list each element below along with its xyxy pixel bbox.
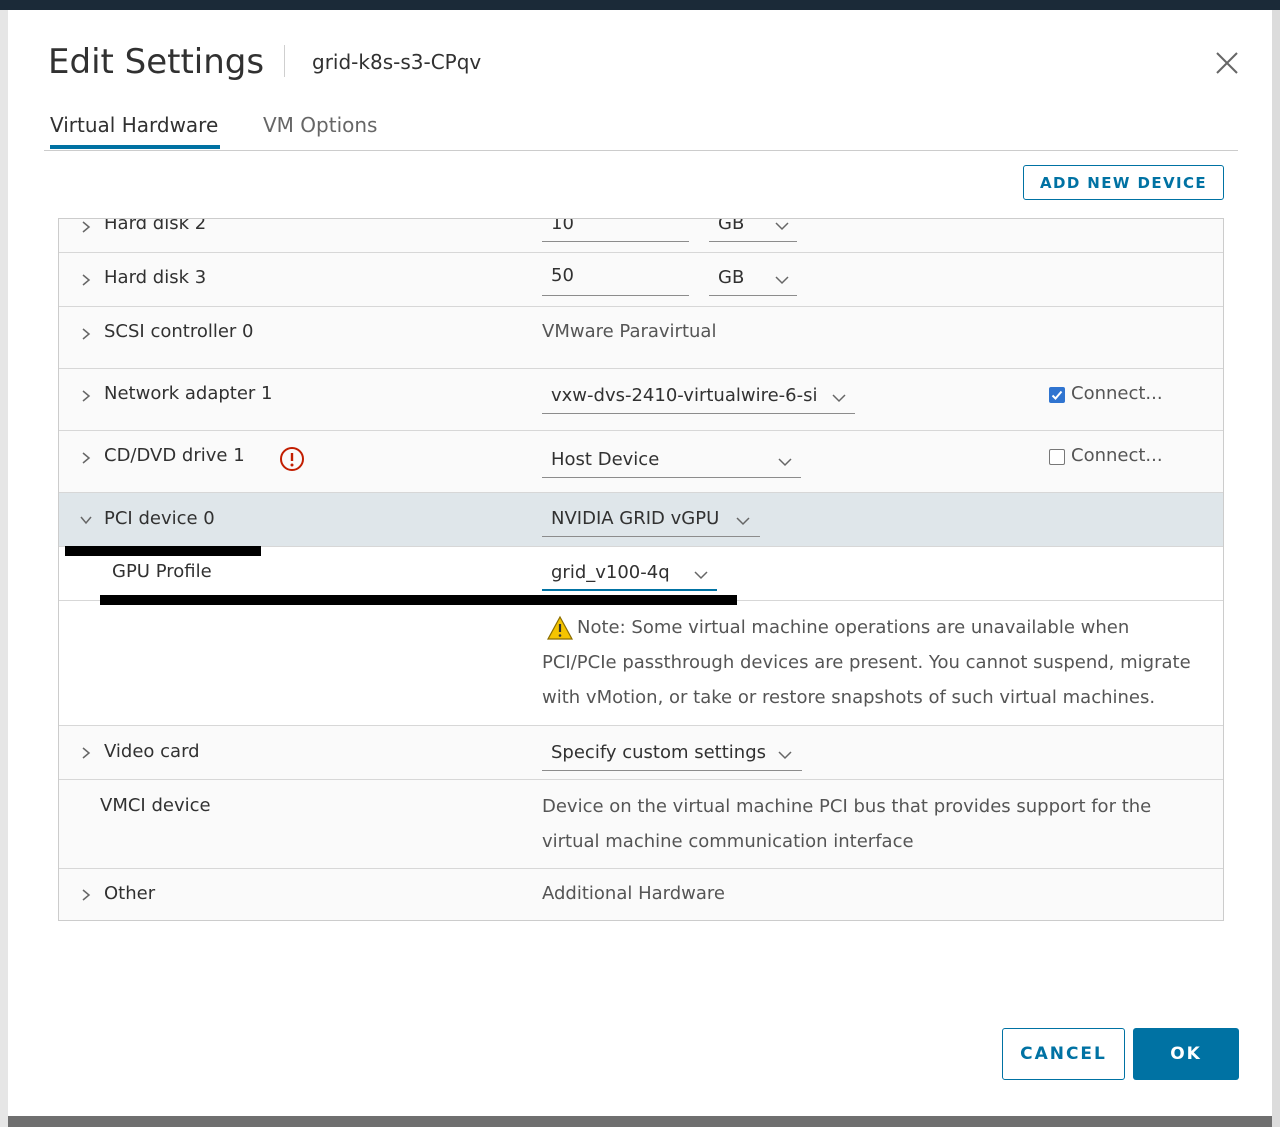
cd-dvd-connect-label: Connect... bbox=[1071, 445, 1163, 466]
pci-device-label: PCI device 0 bbox=[104, 508, 215, 529]
pci-device-type: NVIDIA GRID vGPU bbox=[551, 508, 720, 529]
virtual-hardware-list: Hard disk 2 10 GB Hard disk 3 50 GB SCSI… bbox=[58, 218, 1224, 921]
checkmark-icon bbox=[1051, 390, 1063, 400]
gpu-profile-value: grid_v100-4q bbox=[551, 562, 670, 583]
network-select[interactable]: vxw-dvs-2410-virtualwire-6-si bbox=[542, 383, 855, 414]
other-value: Additional Hardware bbox=[542, 883, 725, 904]
cd-dvd-connect-checkbox[interactable] bbox=[1049, 449, 1065, 465]
chevron-right-icon[interactable] bbox=[79, 327, 93, 341]
chevron-right-icon[interactable] bbox=[79, 273, 93, 287]
hard-disk-2-size-input[interactable]: 10 bbox=[542, 218, 689, 242]
error-exclamation-icon bbox=[280, 447, 304, 471]
chevron-right-icon[interactable] bbox=[79, 220, 93, 234]
chevron-right-icon[interactable] bbox=[79, 451, 93, 465]
row-vmci-device: VMCI device Device on the virtual machin… bbox=[59, 780, 1223, 869]
background-app-left bbox=[0, 10, 8, 1127]
warning-triangle-icon bbox=[546, 615, 574, 640]
network-connect-label: Connect... bbox=[1071, 383, 1163, 404]
redaction-bar bbox=[100, 595, 737, 605]
chevron-down-icon bbox=[736, 517, 750, 526]
chevron-down-icon bbox=[775, 276, 789, 285]
vmci-device-label: VMCI device bbox=[100, 795, 211, 816]
row-network-adapter[interactable]: Network adapter 1 vxw-dvs-2410-virtualwi… bbox=[59, 369, 1223, 431]
vmci-description-line1: Device on the virtual machine PCI bus th… bbox=[542, 796, 1152, 817]
chevron-down-icon bbox=[694, 571, 708, 580]
close-button[interactable] bbox=[1212, 48, 1242, 78]
edit-settings-dialog: Edit Settings grid-k8s-s3-CPqv Virtual H… bbox=[8, 10, 1272, 1116]
other-label: Other bbox=[104, 883, 156, 904]
vmci-description-line2: virtual machine communication interface bbox=[542, 831, 914, 852]
pci-note-line1: Note: Some virtual machine operations ar… bbox=[577, 617, 1130, 638]
network-name: vxw-dvs-2410-virtualwire-6-si bbox=[551, 385, 816, 406]
hard-disk-3-label: Hard disk 3 bbox=[104, 267, 207, 288]
row-video-card[interactable]: Video card Specify custom settings bbox=[59, 726, 1223, 780]
row-hard-disk-2[interactable]: Hard disk 2 10 GB bbox=[59, 219, 1223, 253]
title-divider bbox=[284, 45, 285, 77]
hard-disk-3-unit-select[interactable]: GB bbox=[709, 263, 797, 296]
chevron-down-icon bbox=[775, 222, 789, 231]
chevron-down-icon bbox=[778, 458, 792, 467]
chevron-right-icon[interactable] bbox=[79, 746, 93, 760]
hard-disk-2-size: 10 bbox=[551, 218, 574, 234]
tab-virtual-hardware[interactable]: Virtual Hardware bbox=[50, 112, 220, 149]
close-icon bbox=[1216, 52, 1238, 74]
tab-vm-options[interactable]: VM Options bbox=[263, 112, 403, 149]
vm-name: grid-k8s-s3-CPqv bbox=[312, 50, 482, 74]
cd-dvd-drive-label: CD/DVD drive 1 bbox=[104, 445, 245, 466]
pci-device-select[interactable]: NVIDIA GRID vGPU bbox=[542, 506, 760, 537]
network-connect-checkbox[interactable] bbox=[1049, 387, 1065, 403]
pci-note-line3: with vMotion, or take or restore snapsho… bbox=[542, 687, 1156, 708]
network-adapter-label: Network adapter 1 bbox=[104, 383, 273, 404]
scsi-controller-label: SCSI controller 0 bbox=[104, 321, 254, 342]
row-hard-disk-3[interactable]: Hard disk 3 50 GB bbox=[59, 253, 1223, 307]
gpu-profile-select[interactable]: grid_v100-4q bbox=[542, 559, 717, 591]
redaction-bar bbox=[65, 546, 261, 556]
hard-disk-2-unit-select[interactable]: GB bbox=[709, 218, 797, 242]
cancel-button[interactable]: CANCEL bbox=[1002, 1028, 1125, 1080]
chevron-down-icon[interactable] bbox=[79, 513, 93, 527]
hard-disk-2-unit: GB bbox=[718, 218, 745, 234]
hard-disk-3-unit: GB bbox=[718, 267, 745, 288]
ok-button[interactable]: OK bbox=[1133, 1028, 1239, 1080]
tab-bar: Virtual Hardware VM Options bbox=[44, 112, 1238, 151]
chevron-down-icon bbox=[778, 751, 792, 760]
hard-disk-2-label: Hard disk 2 bbox=[104, 218, 207, 234]
background-titlebar bbox=[0, 0, 1280, 10]
background-app-right bbox=[1272, 10, 1280, 1127]
hard-disk-3-size: 50 bbox=[551, 265, 574, 286]
row-cd-dvd-drive[interactable]: CD/DVD drive 1 Host Device Connect... bbox=[59, 431, 1223, 493]
cd-dvd-select[interactable]: Host Device bbox=[542, 445, 801, 478]
cd-dvd-source: Host Device bbox=[551, 449, 660, 470]
video-card-setting: Specify custom settings bbox=[551, 742, 767, 763]
dialog-title: Edit Settings bbox=[48, 42, 265, 82]
chevron-down-icon bbox=[832, 394, 846, 403]
pci-note-line2: PCI/PCIe passthrough devices are present… bbox=[542, 652, 1191, 673]
chevron-right-icon[interactable] bbox=[79, 389, 93, 403]
add-new-device-button[interactable]: ADD NEW DEVICE bbox=[1023, 165, 1224, 200]
hard-disk-3-size-input[interactable]: 50 bbox=[542, 263, 689, 296]
chevron-right-icon[interactable] bbox=[79, 888, 93, 902]
video-card-label: Video card bbox=[104, 741, 200, 762]
row-other[interactable]: Other Additional Hardware bbox=[59, 869, 1223, 920]
row-pci-device[interactable]: PCI device 0 NVIDIA GRID vGPU bbox=[59, 493, 1223, 547]
row-scsi-controller[interactable]: SCSI controller 0 VMware Paravirtual bbox=[59, 307, 1223, 369]
row-pci-note: Note: Some virtual machine operations ar… bbox=[59, 601, 1223, 726]
gpu-profile-label: GPU Profile bbox=[112, 561, 212, 582]
video-card-select[interactable]: Specify custom settings bbox=[542, 738, 802, 771]
scsi-controller-type: VMware Paravirtual bbox=[542, 321, 717, 342]
